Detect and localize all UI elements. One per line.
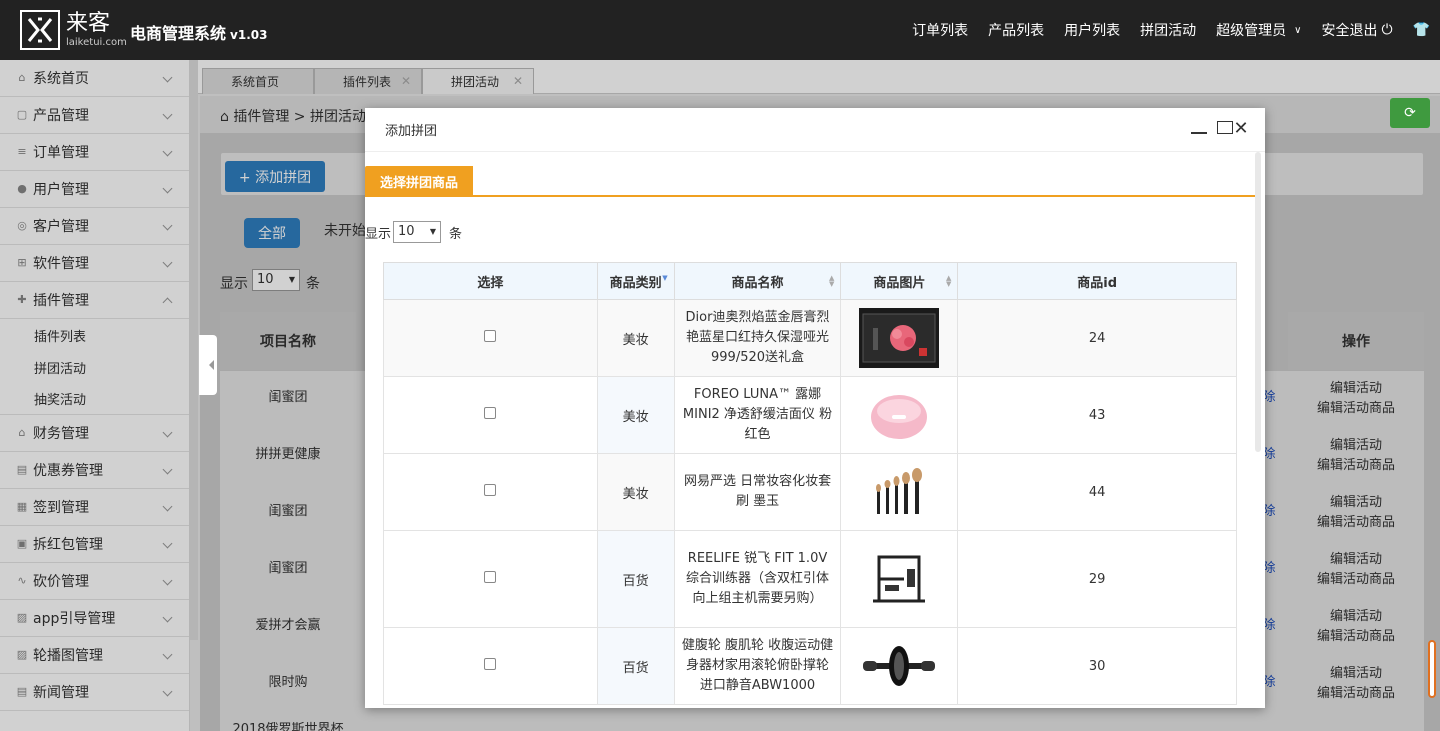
logo-mark-icon (20, 10, 60, 50)
logout-label: 安全退出 (1321, 23, 1378, 39)
row-product-name: REELIFE 锐飞 FIT 1.0V 综合训练器（含双杠引体向上组主机需要另购… (673, 530, 842, 628)
table-header-row: 选择 商品类别 ▼ 商品名称 ▲ ▼ 商品图片 ▲ ▼ 商品id (383, 262, 1237, 300)
row-category: 美妆 (596, 376, 675, 454)
col-image[interactable]: 商品图片 ▲ ▼ (840, 262, 959, 300)
modal-page-size: 显示 10 条 (365, 221, 462, 243)
maximize-icon[interactable] (1207, 121, 1233, 137)
row-category: 百货 (596, 530, 675, 628)
top-bar: 来客 laiketui.com 电商管理系统 v1.03 订单列表 产品列表 用户… (0, 0, 1440, 60)
sort-icon: ▲ ▼ (829, 274, 835, 288)
shirt-icon[interactable]: 👕 (1413, 22, 1430, 38)
chevron-down-icon: ∨ (1294, 24, 1302, 36)
row-product-name: 网易严选 日常妆容化妆套刷 墨玉 (673, 453, 842, 531)
sort-icon: ▼ (662, 274, 668, 282)
row-checkbox[interactable] (484, 658, 497, 670)
admin-label: 超级管理员 (1216, 23, 1287, 39)
page-scrollbar[interactable] (1428, 640, 1436, 698)
power-icon: ⏻ (1381, 22, 1393, 38)
table-row[interactable]: 美妆 FOREO LUNA™ 露娜MINI2 净透舒缓洁面仪 粉红色 43 (383, 376, 1237, 454)
modal-scrollbar[interactable] (1255, 152, 1261, 452)
close-icon[interactable]: ✕ (1233, 120, 1249, 138)
row-product-id: 44 (957, 453, 1237, 531)
row-product-id: 30 (957, 627, 1237, 705)
col-category[interactable]: 商品类别 ▼ (596, 262, 675, 300)
section-select-goods: 选择拼团商品 (365, 166, 474, 196)
table-row[interactable]: 美妆 网易严选 日常妆容化妆套刷 墨玉 44 (383, 453, 1237, 531)
section-divider (365, 195, 1255, 197)
pink-cleanser-image (859, 385, 939, 445)
page-size-value: 10 (398, 224, 415, 239)
row-checkbox[interactable] (484, 571, 497, 583)
row-category: 美妆 (596, 299, 675, 377)
system-version: v1.03 (230, 28, 268, 42)
refresh-button[interactable]: ⟳ (1390, 98, 1430, 128)
ab-wheel-image (859, 636, 939, 696)
refresh-icon: ⟳ (1404, 105, 1416, 121)
col-label: 商品类别 (609, 275, 662, 291)
logo[interactable]: 来客 laiketui.com (20, 10, 127, 50)
unit-label: 条 (449, 226, 463, 242)
row-category: 百货 (596, 627, 675, 705)
nav-order-list[interactable]: 订单列表 (912, 20, 968, 40)
logo-name: 来客 (66, 10, 111, 36)
page-size-select[interactable]: 10 (393, 221, 442, 243)
nav-group-buy[interactable]: 拼团活动 (1140, 20, 1196, 40)
gym-machine-image (859, 549, 939, 609)
top-nav: 订单列表 产品列表 用户列表 拼团活动 超级管理员 ∨ 安全退出 ⏻ 👕 (892, 0, 1430, 60)
row-product-name: 健腹轮 腹肌轮 收腹运动健身器材家用滚轮俯卧撑轮进口静音ABW1000 (673, 627, 842, 705)
col-id: 商品id (957, 262, 1237, 300)
row-product-id: 43 (957, 376, 1237, 454)
row-product-name: FOREO LUNA™ 露娜MINI2 净透舒缓洁面仪 粉红色 (673, 376, 842, 454)
col-label: 商品名称 (731, 275, 784, 291)
table-row[interactable]: 美妆 Dior迪奥烈焰蓝金唇膏烈艳蓝星口红持久保湿哑光999/520送礼盒 24 (383, 299, 1237, 377)
lipstick-giftbox-image (859, 308, 940, 368)
col-label: 商品图片 (873, 275, 926, 291)
row-product-id: 29 (957, 530, 1237, 628)
show-label: 显示 (365, 226, 392, 242)
col-select: 选择 (383, 262, 598, 300)
col-name[interactable]: 商品名称 ▲ ▼ (673, 262, 842, 300)
system-title: 电商管理系统 v1.03 (130, 20, 267, 44)
minimize-icon[interactable] (1181, 121, 1207, 137)
row-product-name: Dior迪奥烈焰蓝金唇膏烈艳蓝星口红持久保湿哑光999/520送礼盒 (673, 299, 842, 377)
modal-title: 添加拼团 (385, 124, 438, 139)
nav-logout[interactable]: 安全退出 ⏻ (1321, 20, 1392, 40)
nav-user-list[interactable]: 用户列表 (1064, 20, 1120, 40)
nav-product-list[interactable]: 产品列表 (988, 20, 1044, 40)
nav-admin-menu[interactable]: 超级管理员 ∨ (1216, 20, 1301, 40)
logo-url: laiketui.com (66, 36, 127, 48)
row-checkbox[interactable] (484, 484, 497, 496)
row-category: 美妆 (596, 453, 675, 531)
sort-icon: ▲ ▼ (945, 274, 952, 288)
row-product-id: 24 (957, 299, 1237, 377)
row-checkbox[interactable] (484, 407, 497, 419)
row-checkbox[interactable] (484, 330, 497, 342)
makeup-brushes-image (859, 462, 939, 522)
add-group-buy-modal: 添加拼团 ✕ 选择拼团商品 显示 10 条 选择 商品类别▼ 商品名称 ▲▼ 商品… (365, 108, 1265, 708)
modal-header: 添加拼团 ✕ (365, 108, 1265, 152)
system-title-text: 电商管理系统 (130, 24, 227, 43)
goods-table: 选择 商品类别 ▼ 商品名称 ▲ ▼ 商品图片 ▲ ▼ 商品id 美妆 Dior迪奥烈焰蓝… (383, 262, 1237, 705)
table-row[interactable]: 百货 健腹轮 腹肌轮 收腹运动健身器材家用滚轮俯卧撑轮进口静音ABW1000 3… (383, 627, 1237, 705)
sidebar-collapse-toggle[interactable] (199, 335, 217, 395)
table-row[interactable]: 百货 REELIFE 锐飞 FIT 1.0V 综合训练器（含双杠引体向上组主机需… (383, 530, 1237, 628)
